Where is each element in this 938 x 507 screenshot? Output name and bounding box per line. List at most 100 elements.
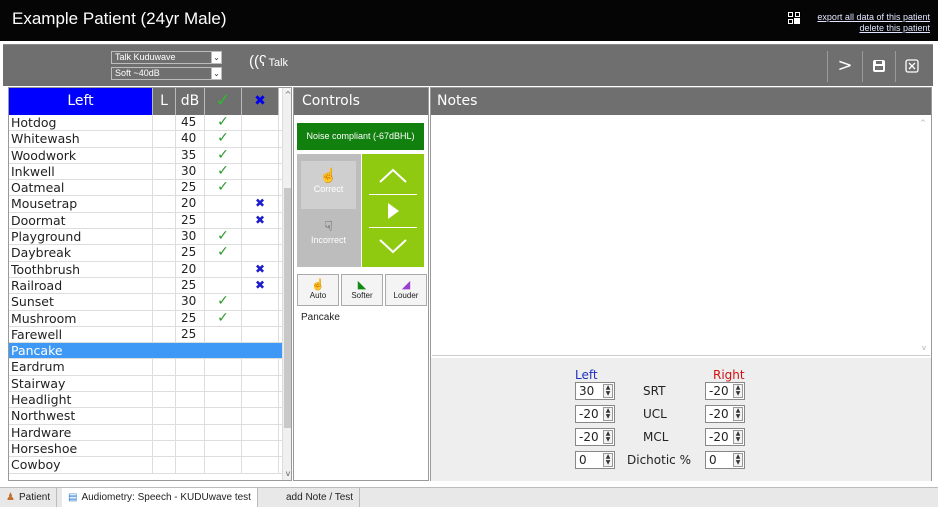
scroll-thumb[interactable] [284,188,291,428]
word-cell: Playground [9,229,153,245]
stepper-arrows-icon[interactable]: ▲ ▼ [603,407,613,421]
table-row[interactable]: Mushroom 25 ✓ [9,310,291,327]
incorrect-cell: ✖ [242,212,279,229]
right-dichotic-spinner[interactable]: 0 ▲ ▼ [705,451,745,469]
tab-audiometry-speech[interactable]: ▤ Audiometry: Speech - KUDUwave test [62,488,258,507]
tab-patient[interactable]: ♟ Patient [0,488,58,507]
notes-textarea[interactable]: ^ v [432,116,930,356]
table-row[interactable]: Toothbrush 20 ✖ [9,261,291,278]
talk-button[interactable]: ((ʕ Talk [249,53,288,70]
incorrect-cell [242,440,279,457]
qr-code-icon[interactable] [787,11,801,25]
right-ucl-spinner[interactable]: -20 ▲ ▼ [705,405,745,423]
play-button[interactable] [369,194,417,228]
table-row[interactable]: Oatmeal 25 ✓ [9,180,291,197]
l-cell [153,229,176,245]
tab-add-note-label: add Note / Test [286,492,354,503]
scroll-down-icon[interactable]: v [922,344,926,352]
correct-cell [205,424,242,440]
db-cell [176,359,205,375]
table-row[interactable]: Sunset 30 ✓ [9,294,291,311]
tab-add-note[interactable]: add Note / Test [280,488,361,507]
db-cell: 30 [176,163,205,180]
scroll-up-icon[interactable]: ^ [920,119,926,127]
delete-patient-link[interactable]: delete this patient [817,23,930,34]
table-row[interactable]: Horseshoe [9,440,291,458]
thumbs-down-icon: ☟ [324,218,333,234]
table-row[interactable]: Hardware [9,424,291,441]
correct-cell [205,440,242,457]
level-up-button[interactable] [369,160,417,190]
next-button[interactable]: > [827,51,862,82]
scroll-down-icon[interactable]: v [283,469,291,478]
table-row[interactable]: Doormat 25 ✖ [9,212,291,230]
left-mcl-spinner[interactable]: -20 ▲ ▼ [575,428,615,446]
person-icon: ♟ [6,492,15,503]
left-ucl-spinner[interactable]: -20 ▲ ▼ [575,405,615,423]
db-cell [176,392,205,408]
db-cell: 25 [176,277,205,294]
table-row[interactable]: Inkwell 30 ✓ [9,163,291,181]
table-row[interactable]: Woodwork 35 ✓ [9,147,291,164]
talk-source-value: Talk Kuduwave [115,52,176,62]
softer-label: Softer [351,291,373,300]
ear-header[interactable]: Left [9,88,153,115]
incorrect-cell [242,375,279,392]
auto-button[interactable]: ☝ Auto [297,274,339,306]
right-srt-spinner[interactable]: -20 ▲ ▼ [705,382,745,400]
stepper-arrows-icon[interactable]: ▲ ▼ [603,430,613,444]
correct-cell: ✓ [205,228,242,245]
table-row[interactable]: Stairway [9,375,291,393]
table-row[interactable]: Farewell 25 [9,326,291,344]
db-cell [176,408,205,424]
table-row[interactable]: Whitewash 40 ✓ [9,131,291,148]
left-dichotic-spinner[interactable]: 0 ▲ ▼ [575,451,615,469]
l-cell [153,115,176,131]
table-row[interactable]: Headlight [9,392,291,409]
left-srt-spinner[interactable]: 30 ▲ ▼ [575,382,615,400]
right-ear-label: Right [713,368,745,382]
l-cell [153,294,176,310]
incorrect-cell: ✖ [242,261,279,277]
correct-cell: ✓ [205,131,242,147]
stepper-arrows-icon[interactable]: ▲ ▼ [603,453,613,467]
l-cell [153,261,176,277]
table-row[interactable]: Playground 30 ✓ [9,228,291,246]
right-mcl-spinner[interactable]: -20 ▲ ▼ [705,428,745,446]
stepper-arrows-icon[interactable]: ▲ ▼ [733,407,743,421]
scroll-up-icon[interactable]: ^ [283,90,291,99]
softer-button[interactable]: ◣ Softer [341,274,383,306]
table-row[interactable]: Pancake [9,343,291,360]
word-list-rows: Hotdog 45 ✓ Whitewash 40 ✓ Woodwork 35 ✓ Inkwell 3… [9,114,291,474]
stepper-arrows-icon[interactable]: ▲ ▼ [733,453,743,467]
table-row[interactable]: Cowboy [9,457,291,474]
word-list-scrollbar[interactable]: ^ v [282,88,291,480]
table-row[interactable]: Hotdog 45 ✓ [9,114,291,132]
word-cell: Hotdog [9,115,153,131]
table-row[interactable]: Northwest [9,408,291,425]
table-row[interactable]: Railroad 25 ✖ [9,277,291,295]
correct-cell [205,392,242,408]
level-select[interactable]: Soft ~40dB ⌄ [111,67,222,80]
correct-button[interactable]: ☝ Correct [301,161,356,209]
stepper-arrows-icon[interactable]: ▲ ▼ [603,384,613,398]
stepper-arrows-icon[interactable]: ▲ ▼ [733,384,743,398]
table-row[interactable]: Daybreak 25 ✓ [9,245,291,262]
table-row[interactable]: Mousetrap 20 ✖ [9,196,291,213]
word-cell: Pancake [9,343,153,359]
patient-title: Example Patient (24yr Male) [12,9,227,28]
db-cell: 25 [176,212,205,229]
save-button[interactable] [862,51,895,82]
volume-down-icon: ◣ [357,279,367,291]
table-row[interactable]: Eardrum [9,359,291,376]
stepper-arrows-icon[interactable]: ▲ ▼ [733,430,743,444]
db-cell: 25 [176,310,205,326]
word-cell: Mousetrap [9,196,153,212]
incorrect-button[interactable]: ☟ Incorrect [301,212,356,260]
export-data-link[interactable]: export all data of this patient [817,12,930,23]
talk-source-select[interactable]: Talk Kuduwave ⌄ [111,51,222,64]
close-button[interactable] [895,51,928,82]
correct-cell [205,359,242,375]
level-down-button[interactable] [369,232,417,262]
louder-button[interactable]: ◢ Louder [385,274,427,306]
